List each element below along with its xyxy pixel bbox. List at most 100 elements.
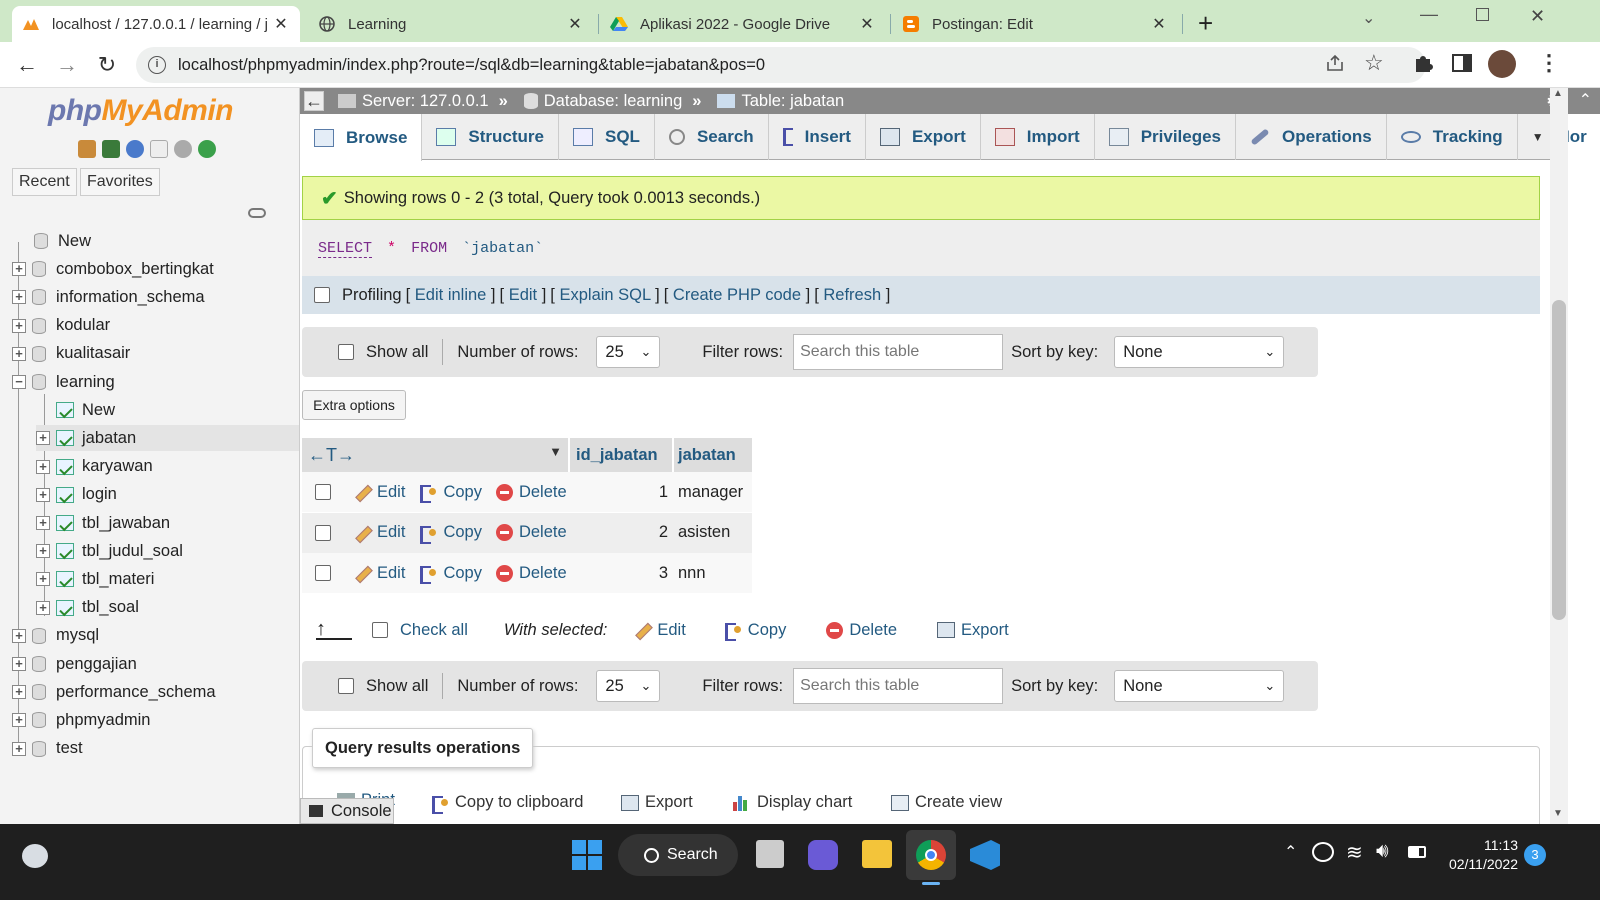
tree-item[interactable]: + login: [36, 482, 299, 508]
row-checkbox[interactable]: [315, 524, 331, 541]
row-checkbox[interactable]: [315, 484, 331, 500]
tree-item[interactable]: + test: [12, 736, 299, 762]
tree-item[interactable]: + tbl_materi: [36, 566, 299, 592]
expand-icon[interactable]: +: [36, 600, 50, 615]
phpmyadmin-logo[interactable]: phpMyAdmin: [48, 94, 233, 128]
task-view-icon[interactable]: [756, 840, 784, 868]
breadcrumb-server[interactable]: Server: 127.0.0.1: [362, 92, 489, 111]
tree-item[interactable]: + tbl_jawaban: [36, 510, 299, 536]
row-copy-button[interactable]: Copy: [419, 483, 482, 503]
cell-jabatan[interactable]: manager: [678, 483, 743, 502]
column-header-id-jabatan[interactable]: id_jabatan: [570, 438, 672, 472]
help-icon[interactable]: [126, 140, 144, 158]
edit-inline-link[interactable]: Edit inline: [415, 286, 487, 304]
tree-item[interactable]: New: [12, 228, 299, 254]
wifi-icon[interactable]: ≋: [1346, 840, 1363, 865]
reload-icon[interactable]: ↻: [94, 52, 120, 78]
bulk-export-button[interactable]: Export: [937, 621, 1009, 640]
tab-browse[interactable]: Browse: [300, 114, 423, 161]
tab-sql[interactable]: SQL: [559, 114, 655, 160]
tree-item[interactable]: + penggajian: [12, 651, 299, 677]
browser-tab-learning[interactable]: Learning ✕: [308, 6, 594, 42]
tree-item[interactable]: + mysql: [12, 623, 299, 649]
collapse-up-icon[interactable]: ⌃: [1579, 90, 1592, 110]
cell-id-jabatan[interactable]: 3: [572, 564, 668, 583]
bulk-copy-button[interactable]: Copy: [724, 621, 786, 641]
create-php-code-link[interactable]: Create PHP code: [673, 286, 801, 304]
collapse-icon[interactable]: −: [12, 375, 26, 389]
browser-tab-phpmyadmin[interactable]: localhost / 127.0.0.1 / learning / j ✕: [12, 6, 300, 42]
tree-item[interactable]: + jabatan: [36, 425, 299, 452]
home-icon[interactable]: [78, 140, 96, 158]
scroll-up-arrow-icon[interactable]: ▲: [1553, 88, 1563, 99]
close-tab-icon[interactable]: ✕: [858, 14, 876, 34]
minimize-icon[interactable]: —: [1420, 4, 1438, 25]
collapse-sidebar-icon[interactable]: ←: [304, 91, 324, 111]
row-delete-button[interactable]: Delete: [495, 564, 567, 583]
browser-tab-blogger[interactable]: Postingan: Edit ✕: [892, 6, 1178, 42]
show-all-checkbox[interactable]: [338, 678, 354, 694]
tab-structure[interactable]: Structure: [422, 114, 559, 160]
row-edit-button[interactable]: Edit: [353, 523, 405, 542]
console-button[interactable]: Console: [300, 798, 394, 824]
copy-to-clipboard-button[interactable]: Copy to clipboard: [431, 793, 583, 814]
cell-jabatan[interactable]: nnn: [678, 564, 706, 583]
new-tab-button[interactable]: +: [1198, 8, 1213, 39]
scrollbar-thumb[interactable]: [1552, 300, 1566, 620]
filter-rows-input[interactable]: Search this table: [793, 668, 1004, 704]
tree-item[interactable]: + kodular: [12, 313, 299, 339]
taskbar-search-button[interactable]: Search: [618, 834, 738, 876]
settings-gear-icon[interactable]: [174, 140, 192, 158]
windows-start-icon[interactable]: [572, 840, 602, 870]
share-icon[interactable]: [1326, 54, 1346, 72]
breadcrumb-table[interactable]: Table: jabatan: [741, 92, 844, 111]
row-checkbox[interactable]: [315, 565, 331, 581]
expand-icon[interactable]: +: [12, 318, 26, 333]
tree-item[interactable]: + tbl_soal: [36, 595, 299, 621]
expand-icon[interactable]: +: [36, 544, 50, 559]
tab-insert[interactable]: Insert: [769, 114, 866, 160]
expand-icon[interactable]: +: [12, 290, 26, 305]
show-all-checkbox[interactable]: [338, 344, 354, 360]
row-copy-button[interactable]: Copy: [419, 523, 482, 544]
close-tab-icon[interactable]: ✕: [1150, 14, 1168, 34]
site-info-icon[interactable]: i: [148, 56, 166, 74]
expand-icon[interactable]: +: [12, 657, 26, 671]
tree-item[interactable]: + kualitasair: [12, 341, 299, 367]
tab-search[interactable]: Search: [655, 114, 769, 160]
expand-icon[interactable]: +: [36, 459, 50, 474]
expand-icon[interactable]: +: [12, 262, 26, 277]
tree-item[interactable]: + combobox_bertingkat: [12, 256, 299, 282]
cell-id-jabatan[interactable]: 2: [572, 523, 668, 542]
tab-operations[interactable]: Operations: [1236, 114, 1387, 160]
tree-item[interactable]: + tbl_judul_soal: [36, 538, 299, 564]
column-options-dropdown-icon[interactable]: ▼: [549, 444, 562, 459]
bookmark-star-icon[interactable]: ☆: [1364, 50, 1384, 76]
sql-keyword[interactable]: SELECT: [318, 240, 373, 258]
chrome-icon[interactable]: [916, 840, 946, 870]
back-icon[interactable]: ←: [14, 52, 40, 78]
cell-id-jabatan[interactable]: 1: [572, 483, 668, 502]
expand-icon[interactable]: +: [12, 346, 26, 361]
check-all-checkbox[interactable]: [372, 622, 388, 638]
logout-icon[interactable]: [102, 140, 120, 158]
recent-button[interactable]: Recent: [12, 168, 77, 196]
row-delete-button[interactable]: Delete: [495, 483, 567, 502]
row-edit-button[interactable]: Edit: [353, 564, 405, 583]
side-panel-icon[interactable]: [1452, 54, 1472, 72]
row-edit-button[interactable]: Edit: [353, 483, 405, 502]
explain-sql-link[interactable]: Explain SQL: [559, 286, 650, 304]
close-window-icon[interactable]: ✕: [1530, 6, 1545, 27]
notification-badge[interactable]: 3: [1524, 844, 1546, 866]
expand-icon[interactable]: +: [12, 628, 26, 643]
clock[interactable]: 11:13 02/11/2022: [1442, 836, 1518, 874]
show-hidden-icons-chevron-icon[interactable]: ⌃: [1284, 842, 1297, 862]
docs-icon[interactable]: [150, 140, 168, 158]
tree-item[interactable]: + karyawan: [36, 454, 299, 480]
tab-privileges[interactable]: Privileges: [1095, 114, 1237, 160]
tab-search-chevron-icon[interactable]: ⌄: [1362, 8, 1375, 28]
tree-item[interactable]: New: [36, 397, 299, 423]
volume-icon[interactable]: 🔊︎: [1376, 840, 1389, 863]
sort-by-key-select[interactable]: None ⌄: [1114, 670, 1285, 702]
profile-avatar[interactable]: [1488, 50, 1516, 78]
